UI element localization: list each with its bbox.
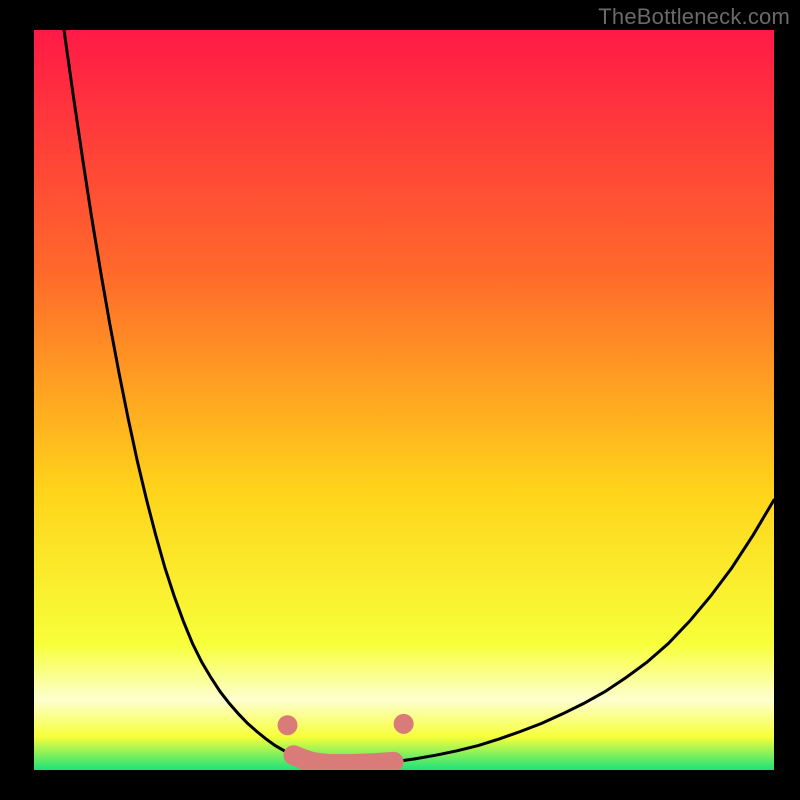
highlight-segment (294, 755, 394, 764)
plot-area (34, 30, 774, 770)
highlight-dot (394, 714, 414, 734)
bottleneck-chart (34, 30, 774, 770)
watermark-text: TheBottleneck.com (598, 4, 790, 30)
chart-frame: TheBottleneck.com (0, 0, 800, 800)
highlight-dot (278, 715, 298, 735)
gradient-background (34, 30, 774, 770)
